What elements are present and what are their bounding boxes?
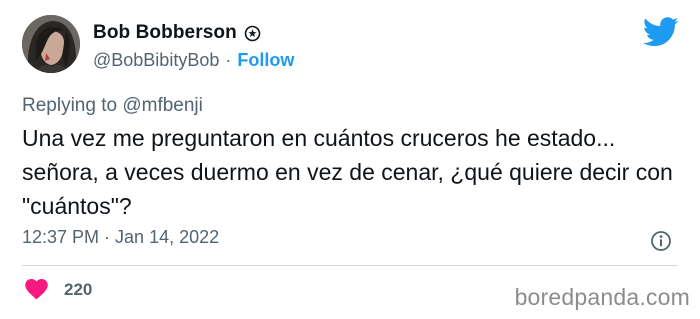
avatar[interactable] [22, 15, 80, 73]
divider [22, 265, 678, 266]
twitter-bird-icon[interactable] [643, 17, 679, 47]
author-name-row: Bob Bobberson [93, 21, 261, 45]
info-icon[interactable] [650, 230, 672, 252]
handle-separator: · [225, 49, 232, 70]
avatar-image [22, 15, 80, 73]
tweet-text: Una vez me preguntaron en cuántos crucer… [22, 125, 673, 219]
author-display-name[interactable]: Bob Bobberson [93, 22, 237, 44]
like-count: 220 [64, 279, 93, 299]
like-action[interactable]: 220 [25, 279, 92, 300]
badge-icon [244, 25, 261, 42]
author-handle-row: @BobBibityBob · Follow [93, 49, 294, 71]
follow-button[interactable]: Follow [237, 50, 294, 71]
tweet-timestamp[interactable]: 12:37 PM · Jan 14, 2022 [22, 227, 219, 248]
author-handle[interactable]: @BobBibityBob [93, 50, 219, 71]
watermark: boredpanda.com [514, 284, 690, 310]
replying-to[interactable]: Replying to @mfbenji [22, 95, 203, 117]
heart-icon[interactable] [25, 279, 48, 300]
